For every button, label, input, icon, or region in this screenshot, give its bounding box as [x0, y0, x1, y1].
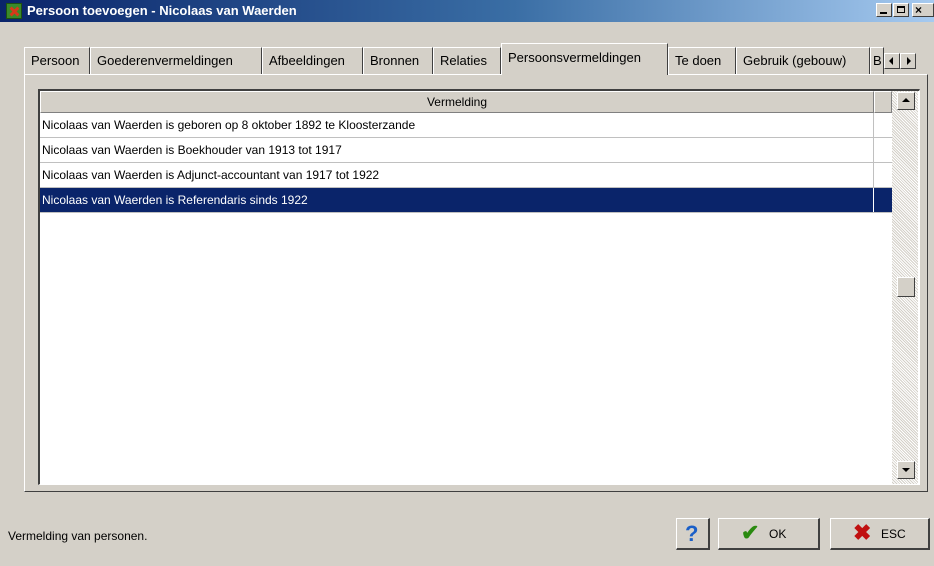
tab-label: Relaties [440, 53, 487, 68]
help-button[interactable]: ? [676, 518, 710, 550]
checkmark-icon: ✔ [741, 520, 760, 545]
tab-label: Afbeeldingen [269, 53, 345, 68]
tab-b-partial[interactable]: B [870, 47, 884, 74]
arrow-left-icon [889, 57, 893, 65]
scroll-up-button[interactable] [897, 92, 915, 110]
column-header-vermelding[interactable]: Vermelding [40, 91, 874, 113]
esc-label: ESC [881, 527, 906, 541]
tab-label: Goederenvermeldingen [97, 53, 233, 68]
close-button[interactable]: × [912, 3, 934, 17]
table-cell[interactable]: Nicolaas van Waerden is Adjunct-accounta… [40, 163, 874, 187]
minimize-icon [880, 12, 887, 14]
tab-label: Persoon [31, 53, 80, 68]
table-row[interactable]: Nicolaas van Waerden is geboren op 8 okt… [40, 113, 892, 138]
tab-gebruik-gebouw[interactable]: Gebruik (gebouw) [736, 47, 870, 74]
tab-label: Te doen [675, 53, 722, 68]
close-icon: × [915, 3, 923, 17]
esc-button[interactable]: ✖ ESC [830, 518, 930, 550]
maximize-icon [897, 6, 905, 13]
status-text: Vermelding van personen. [8, 529, 148, 543]
title-bar[interactable]: Persoon toevoegen - Nicolaas van Waerden… [0, 0, 934, 22]
ok-label: OK [769, 527, 787, 541]
tab-afbeeldingen[interactable]: Afbeeldingen [262, 47, 363, 74]
table-row-selected[interactable]: Nicolaas van Waerden is Referendaris sin… [40, 188, 892, 213]
tab-label: Persoonsvermeldingen [508, 50, 641, 65]
vertical-scrollbar[interactable] [892, 91, 918, 484]
tab-te-doen[interactable]: Te doen [668, 47, 736, 74]
maximize-button[interactable] [893, 3, 909, 17]
arrow-up-icon [902, 98, 910, 102]
close-x-icon: ✖ [853, 520, 872, 545]
table-cell[interactable]: Nicolaas van Waerden is Referendaris sin… [40, 188, 874, 212]
arrow-down-icon [902, 468, 910, 472]
arrow-right-icon [907, 57, 911, 65]
tab-scroll-left-button[interactable] [884, 53, 900, 69]
vermelding-grid[interactable]: Vermelding Nicolaas van Waerden is gebor… [38, 89, 920, 485]
table-row[interactable]: Nicolaas van Waerden is Boekhouder van 1… [40, 138, 892, 163]
tab-persoon[interactable]: Persoon [24, 47, 90, 74]
window-title: Persoon toevoegen - Nicolaas van Waerden [27, 3, 297, 18]
table-row[interactable]: Nicolaas van Waerden is Adjunct-accounta… [40, 163, 892, 188]
column-header-spacer [874, 91, 892, 113]
table-cell[interactable]: Nicolaas van Waerden is Boekhouder van 1… [40, 138, 874, 162]
tab-goederenvermeldingen[interactable]: Goederenvermeldingen [90, 47, 262, 74]
app-icon[interactable] [6, 3, 22, 19]
tab-label: Bronnen [370, 53, 420, 68]
scroll-down-button[interactable] [897, 461, 915, 479]
table-cell[interactable]: Nicolaas van Waerden is geboren op 8 okt… [40, 113, 874, 137]
help-icon: ? [685, 521, 699, 546]
tab-persoonsvermeldingen[interactable]: Persoonsvermeldingen [501, 43, 668, 75]
tab-bronnen[interactable]: Bronnen [363, 47, 433, 74]
tab-scroll-right-button[interactable] [900, 53, 916, 69]
tab-label: B [873, 53, 882, 68]
minimize-button[interactable] [876, 3, 892, 17]
ok-button[interactable]: ✔ OK [718, 518, 820, 550]
scroll-thumb[interactable] [897, 277, 915, 297]
tab-label: Gebruik (gebouw) [743, 53, 847, 68]
tab-relaties[interactable]: Relaties [433, 47, 501, 74]
